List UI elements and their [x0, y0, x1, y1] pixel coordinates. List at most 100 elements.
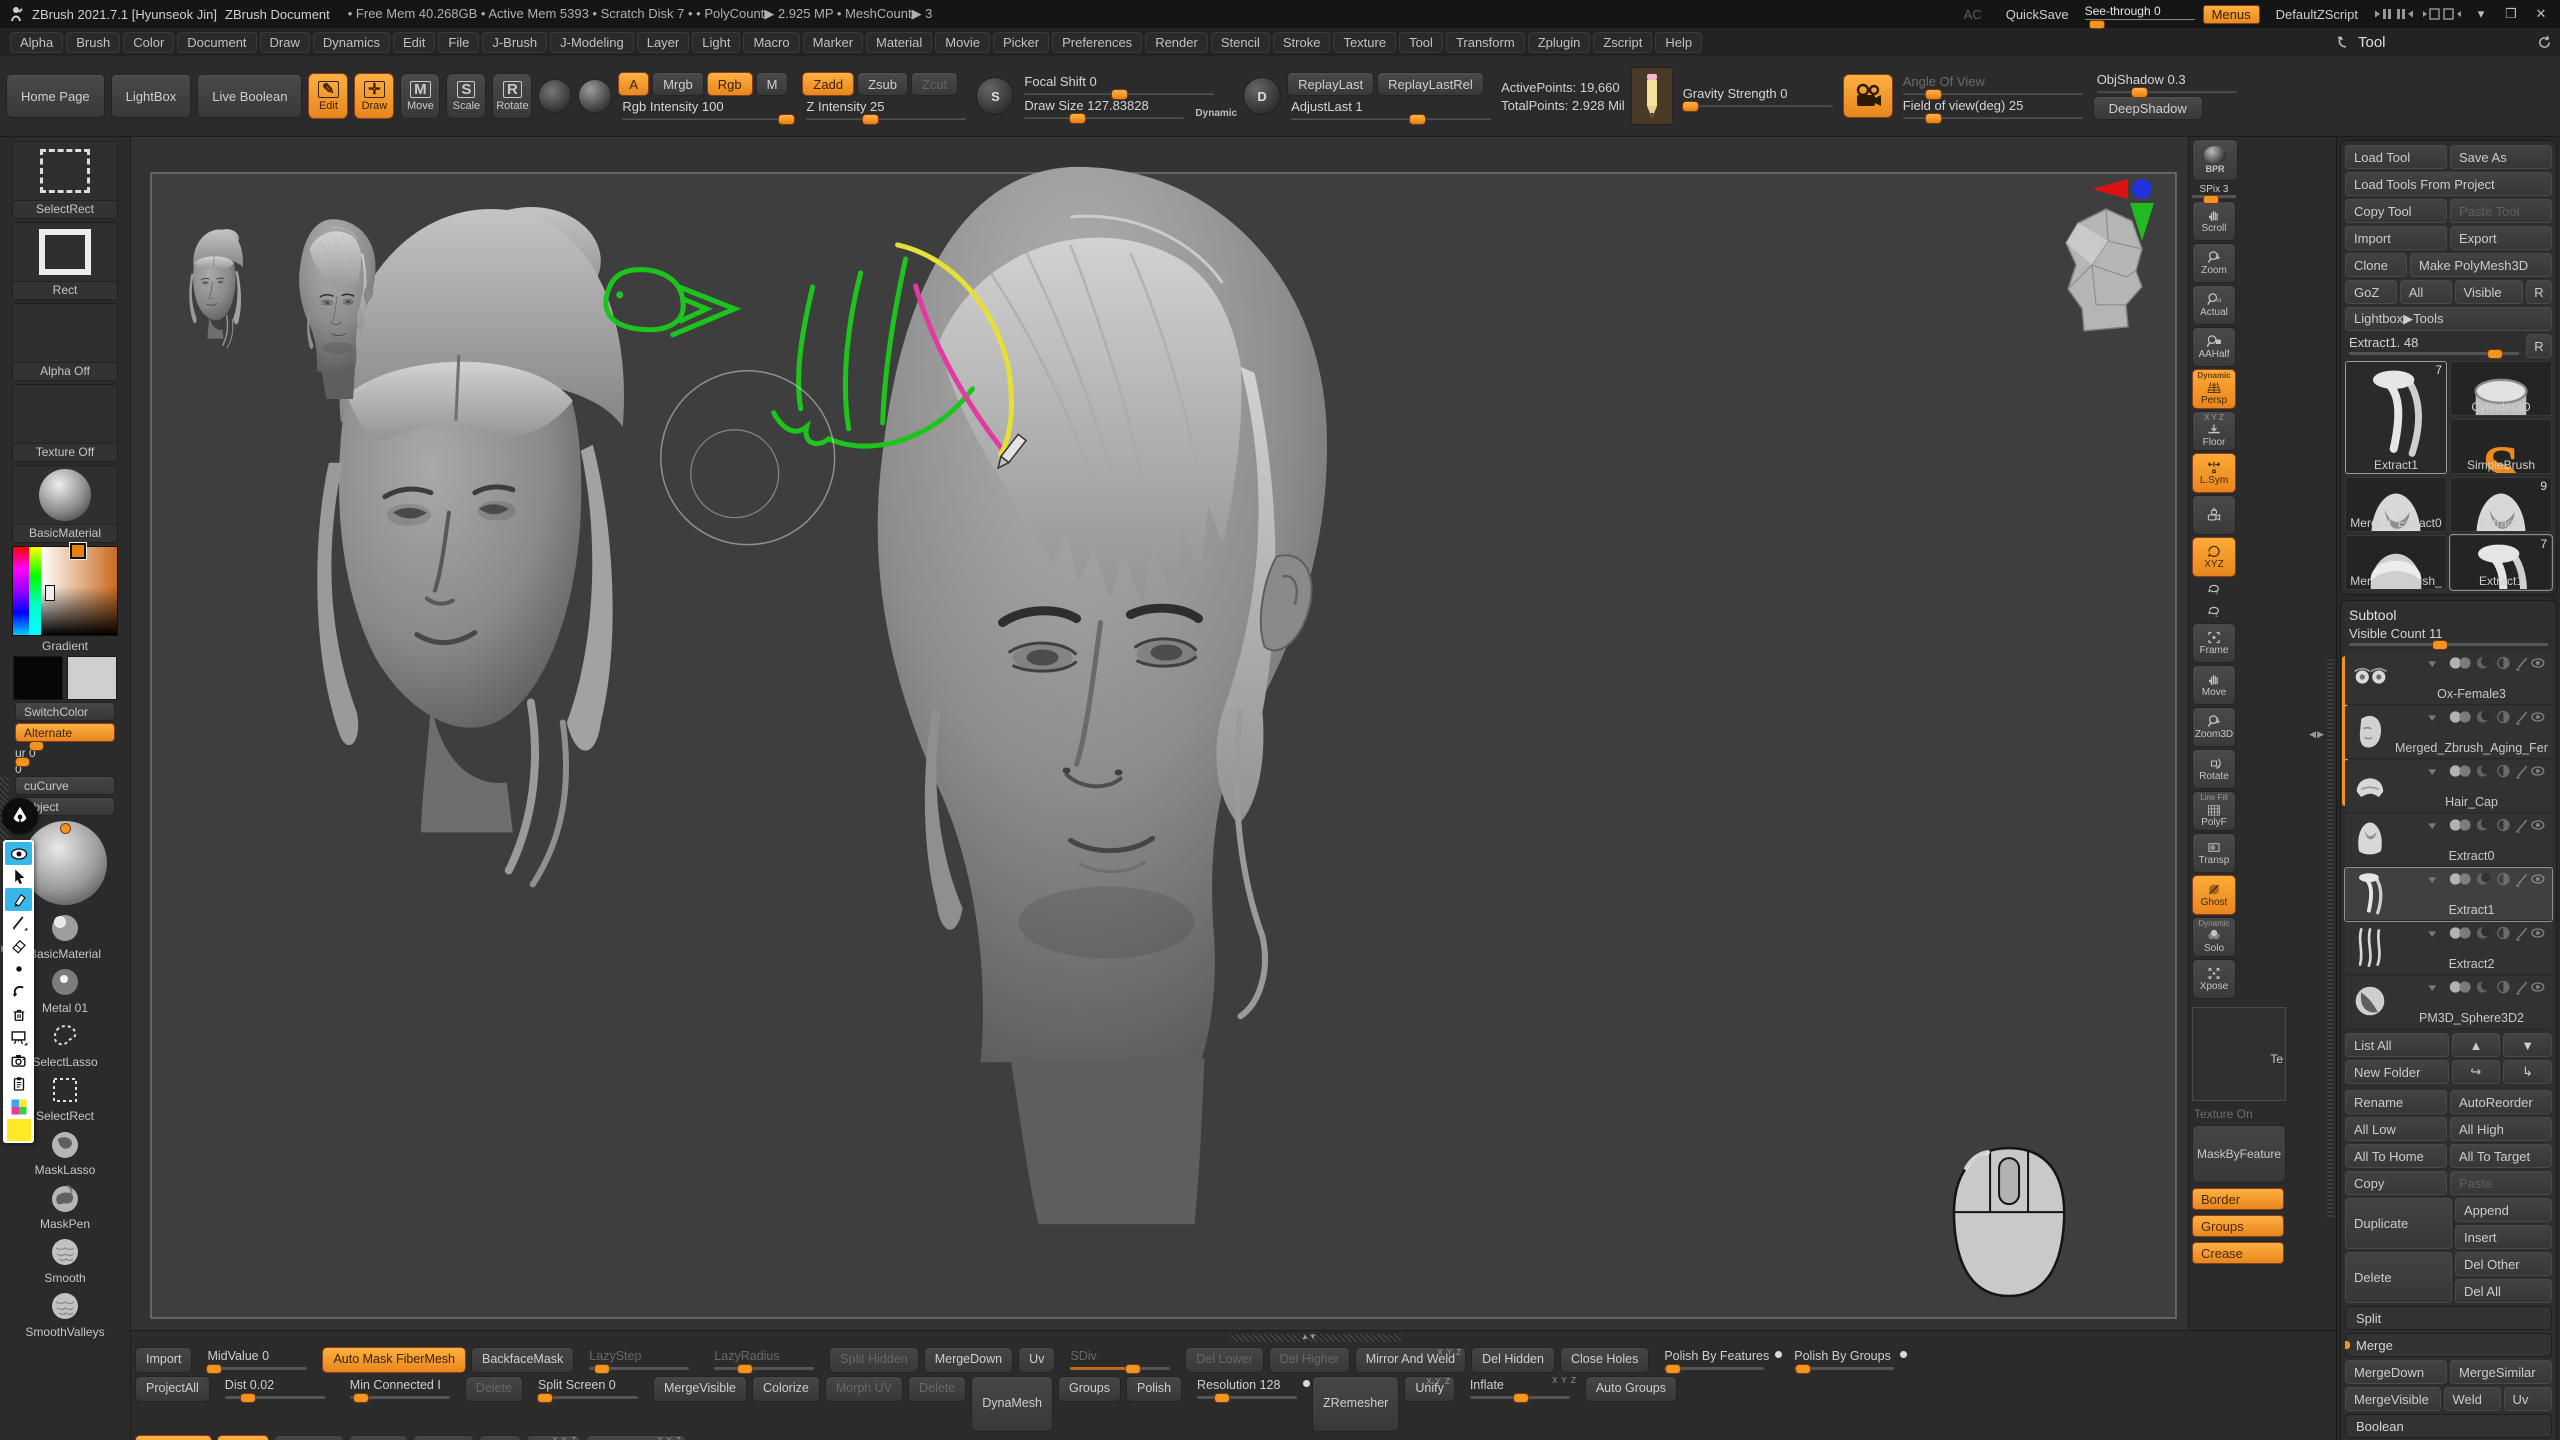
- quick-pick-item[interactable]: MaskPen: [13, 1178, 117, 1231]
- annotation-current-color-swatch[interactable]: [5, 1118, 32, 1141]
- slider-handle[interactable]: [1513, 1393, 1529, 1403]
- copy-tool-button[interactable]: Copy Tool: [2345, 199, 2447, 223]
- annotation-marker-button[interactable]: [5, 888, 32, 911]
- menu-item[interactable]: Render: [1145, 32, 1208, 53]
- rail-button[interactable]: Dynamic Solo: [2192, 917, 2236, 957]
- annotation-color-palette-button[interactable]: [5, 1095, 32, 1118]
- annotation-size-button[interactable]: [5, 957, 32, 980]
- spix-slider[interactable]: SPix 3: [2192, 184, 2236, 198]
- bottom-control[interactable]: X Y Z Polish: [1126, 1376, 1182, 1402]
- subtool-row-icons[interactable]: [2421, 979, 2549, 995]
- document-canvas[interactable]: [131, 137, 2188, 1330]
- menu-item[interactable]: Color: [123, 32, 174, 53]
- bottom-control[interactable]: X Y Z Del Higher: [1269, 1347, 1350, 1373]
- rotate-mode-button[interactable]: RRotate: [492, 73, 532, 119]
- bottom-control[interactable]: X Y Z Close Holes: [1560, 1347, 1649, 1373]
- angle-of-view-slider[interactable]: Angle Of View: [1899, 74, 2087, 95]
- bottom-control[interactable]: X Y Z Flip: [479, 1435, 521, 1440]
- rail-button[interactable]: Rotate: [2192, 749, 2236, 789]
- zsub-toggle[interactable]: Zsub: [857, 72, 908, 96]
- tool-item[interactable]: Cylinder3D: [2450, 361, 2552, 416]
- annotation-clear-button[interactable]: [5, 1003, 32, 1026]
- gradient-label[interactable]: Gradient: [42, 639, 88, 653]
- bottom-control[interactable]: X Y Z Geometry: [135, 1435, 212, 1440]
- annotation-eraser-button[interactable]: [5, 934, 32, 957]
- live-boolean-button[interactable]: Live Boolean: [197, 74, 302, 118]
- uv-button[interactable]: Uv: [2504, 1387, 2552, 1411]
- bottom-control[interactable]: X Y Z BackfaceMask: [471, 1347, 574, 1373]
- obj-shadow-slider[interactable]: ObjShadow 0.3: [2093, 72, 2241, 93]
- menu-item[interactable]: Picker: [993, 32, 1049, 53]
- rgb-toggle[interactable]: Rgb: [707, 72, 753, 96]
- merge-section-header[interactable]: Merge: [2345, 1333, 2552, 1357]
- canvas-bottom-divider[interactable]: ▲▼: [131, 1330, 2336, 1345]
- bottom-control[interactable]: X Y Z Double: [413, 1435, 475, 1440]
- rail-button[interactable]: L.Sym: [2192, 453, 2236, 493]
- copy-subtool-button[interactable]: Copy: [2345, 1171, 2447, 1195]
- load-tools-from-project-button[interactable]: Load Tools From Project: [2345, 172, 2552, 196]
- menu-item[interactable]: Draw: [260, 32, 310, 53]
- insert-button[interactable]: Insert: [2455, 1225, 2552, 1249]
- tool-item[interactable]: Merged_Zbrush_: [2345, 535, 2447, 590]
- blur-slider[interactable]: ur 0: [15, 744, 115, 758]
- duplicate-button[interactable]: Duplicate: [2345, 1198, 2452, 1249]
- default-zscript-button[interactable]: DefaultZScript: [2268, 6, 2366, 23]
- all-high-button[interactable]: All High: [2450, 1117, 2552, 1141]
- bottom-control[interactable]: X Y Z DelMT: [349, 1435, 408, 1440]
- axis-z-icon[interactable]: [2132, 179, 2152, 199]
- camera-icon[interactable]: [1843, 74, 1893, 118]
- annotation-cursor-button[interactable]: [5, 865, 32, 888]
- zadd-toggle[interactable]: Zadd: [802, 72, 854, 96]
- bottom-control[interactable]: X Y Z Import: [135, 1347, 192, 1373]
- spix-handle[interactable]: [2203, 195, 2219, 204]
- paste-subtool-button[interactable]: Paste: [2450, 1171, 2552, 1195]
- subtool-row[interactable]: Extract0: [2345, 814, 2552, 867]
- slider-handle[interactable]: [1125, 1364, 1141, 1374]
- subtool-row-icons[interactable]: [2421, 817, 2549, 833]
- paste-tool-button[interactable]: Paste Tool: [2450, 199, 2552, 223]
- export-button[interactable]: Export: [2450, 226, 2552, 250]
- hue-strip[interactable]: [13, 547, 29, 635]
- rail-button[interactable]: Zoom: [2192, 243, 2236, 283]
- subtool-row-icons[interactable]: [2421, 709, 2549, 725]
- mini-dot-button[interactable]: [1302, 1379, 1311, 1388]
- tray-divider[interactable]: [2327, 657, 2334, 1217]
- rail-button[interactable]: Xpose: [2192, 959, 2236, 999]
- slider-track[interactable]: [1197, 1396, 1297, 1399]
- menu-item[interactable]: Tool: [1399, 32, 1443, 53]
- groups-toggle[interactable]: Groups: [2192, 1215, 2284, 1237]
- menu-item[interactable]: File: [438, 32, 479, 53]
- stroke-d-icon[interactable]: D: [1243, 77, 1281, 115]
- slider-handle[interactable]: [594, 1364, 610, 1374]
- folder-redo-button[interactable]: ↪: [2452, 1060, 2501, 1084]
- menu-item[interactable]: Preferences: [1052, 32, 1142, 53]
- bottom-control[interactable]: X Y Z MergeVisible: [653, 1376, 747, 1402]
- slider-track[interactable]: [1794, 1367, 1894, 1370]
- zcut-toggle[interactable]: Zcut: [911, 72, 958, 96]
- bottom-control[interactable]: X Y Z Del Hidden: [1471, 1347, 1555, 1373]
- lightbox-tools-button[interactable]: Lightbox▶Tools: [2345, 307, 2552, 331]
- scale-mode-button[interactable]: SScale: [446, 73, 486, 119]
- bottom-control[interactable]: X Y Z Dist 0.02: [215, 1376, 335, 1402]
- goz-all-button[interactable]: All: [2400, 280, 2452, 304]
- tool-item[interactable]: SimpleBrush: [2450, 419, 2552, 474]
- slider-track[interactable]: [207, 1367, 307, 1370]
- active-tool-handle[interactable]: [2487, 349, 2503, 359]
- color-selector-b[interactable]: [45, 585, 55, 601]
- move-up-button[interactable]: ▲: [2452, 1033, 2501, 1057]
- bottom-control[interactable]: X Y Z Smart ReSym: [586, 1435, 686, 1440]
- slider-handle[interactable]: [1795, 1364, 1811, 1374]
- refresh-icon[interactable]: [2537, 35, 2552, 50]
- delete-subtool-button[interactable]: Delete: [2345, 1252, 2452, 1303]
- rail-button[interactable]: X Y Z Floor: [2192, 411, 2236, 451]
- slider-handle[interactable]: [737, 1364, 753, 1374]
- bottom-control[interactable]: X Y Z DynaMesh: [971, 1376, 1053, 1432]
- z-intensity-handle[interactable]: [862, 114, 879, 125]
- crease-toggle[interactable]: Crease: [2192, 1242, 2284, 1264]
- menu-item[interactable]: J-Modeling: [550, 32, 634, 53]
- all-to-home-button[interactable]: All To Home: [2345, 1144, 2447, 1168]
- current-texture-thumbnail[interactable]: Texture Off: [12, 384, 118, 462]
- bottom-control[interactable]: X Y Z Groups: [1058, 1376, 1121, 1402]
- menu-item[interactable]: Document: [177, 32, 256, 53]
- rail-button[interactable]: AAHalf: [2192, 327, 2236, 367]
